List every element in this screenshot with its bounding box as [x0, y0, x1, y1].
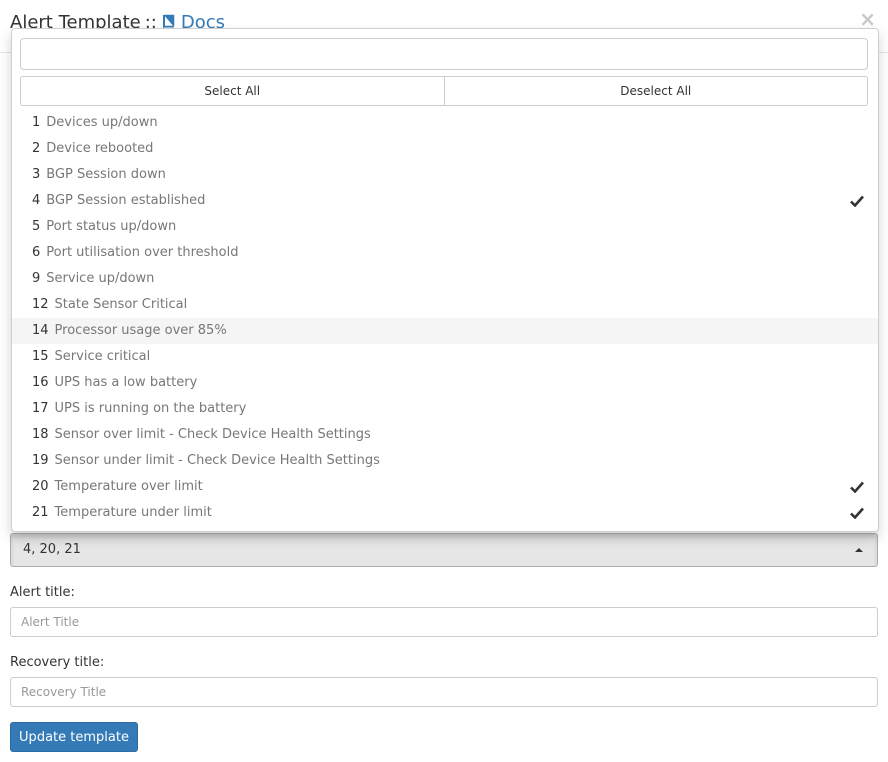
alert-title-label: Alert title:: [10, 585, 75, 600]
option-item[interactable]: 17 UPS is running on the battery: [12, 396, 878, 422]
recovery-title-label: Recovery title:: [10, 655, 105, 670]
recovery-title-input[interactable]: [10, 677, 878, 707]
option-item[interactable]: 5 Port status up/down: [12, 214, 878, 240]
option-number: 17: [32, 401, 49, 416]
deselect-all-button[interactable]: Deselect All: [443, 77, 867, 105]
option-item[interactable]: 16 UPS has a low battery: [12, 370, 878, 396]
option-item[interactable]: 18 Sensor over limit - Check Device Healt…: [12, 422, 878, 448]
option-item[interactable]: 21 Temperature under limit: [12, 500, 878, 526]
option-label: Service critical: [54, 349, 151, 364]
search-input[interactable]: [20, 38, 868, 70]
option-number: 16: [32, 375, 49, 390]
rules-dropdown-menu: Select All Deselect All 1 Devices up/down…: [11, 28, 879, 532]
rules-select[interactable]: 4, 20, 21: [10, 533, 878, 567]
alert-title-input[interactable]: [10, 607, 878, 637]
option-number: 9: [32, 271, 41, 286]
option-label: State Sensor Critical: [54, 297, 188, 312]
bulk-actions: Select All Deselect All: [20, 76, 868, 106]
option-item[interactable]: 3 BGP Session down: [12, 162, 878, 188]
book-icon: [162, 14, 175, 29]
option-number: 20: [32, 479, 49, 494]
option-item[interactable]: 14 Processor usage over 85%: [12, 318, 878, 344]
option-item[interactable]: 12 State Sensor Critical: [12, 292, 878, 318]
option-label: UPS has a low battery: [54, 375, 198, 390]
option-number: 15: [32, 349, 49, 364]
close-button[interactable]: ×: [859, 9, 876, 29]
options-list: 1 Devices up/down 2 Device rebooted 3 BGP Ses…: [12, 110, 878, 526]
option-item[interactable]: 9 Service up/down: [12, 266, 878, 292]
option-label: Device rebooted: [46, 141, 154, 156]
option-label: Devices up/down: [46, 115, 158, 130]
option-number: 3: [32, 167, 41, 182]
check-icon: [850, 481, 864, 493]
select-value: 4, 20, 21: [23, 542, 81, 557]
option-label: Sensor under limit - Check Device Health…: [54, 453, 380, 468]
option-label: Port utilisation over threshold: [46, 245, 239, 260]
option-label: Sensor over limit - Check Device Health …: [54, 427, 371, 442]
option-item[interactable]: 15 Service critical: [12, 344, 878, 370]
option-number: 18: [32, 427, 49, 442]
option-label: Port status up/down: [46, 219, 177, 234]
option-item[interactable]: 6 Port utilisation over threshold: [12, 240, 878, 266]
select-all-button[interactable]: Select All: [21, 77, 444, 105]
option-number: 12: [32, 297, 49, 312]
check-icon: [850, 195, 864, 207]
option-item[interactable]: 1 Devices up/down: [12, 110, 878, 136]
option-item[interactable]: 4 BGP Session established: [12, 188, 878, 214]
option-label: BGP Session down: [46, 167, 166, 182]
option-item[interactable]: 19 Sensor under limit - Check Device Heal…: [12, 448, 878, 474]
option-number: 21: [32, 505, 49, 520]
update-template-button[interactable]: Update template: [10, 722, 138, 752]
option-number: 5: [32, 219, 41, 234]
option-number: 6: [32, 245, 41, 260]
caret-up-icon: [855, 548, 863, 552]
option-number: 19: [32, 453, 49, 468]
option-number: 2: [32, 141, 41, 156]
option-item[interactable]: 20 Temperature over limit: [12, 474, 878, 500]
check-icon: [850, 507, 864, 519]
option-number: 4: [32, 193, 41, 208]
option-label: Temperature under limit: [54, 505, 212, 520]
option-number: 14: [32, 323, 49, 338]
option-number: 1: [32, 115, 41, 130]
option-item[interactable]: 2 Device rebooted: [12, 136, 878, 162]
option-label: Service up/down: [46, 271, 155, 286]
option-label: Processor usage over 85%: [54, 323, 227, 338]
option-label: BGP Session established: [46, 193, 206, 208]
option-label: UPS is running on the battery: [54, 401, 247, 416]
option-label: Temperature over limit: [54, 479, 203, 494]
